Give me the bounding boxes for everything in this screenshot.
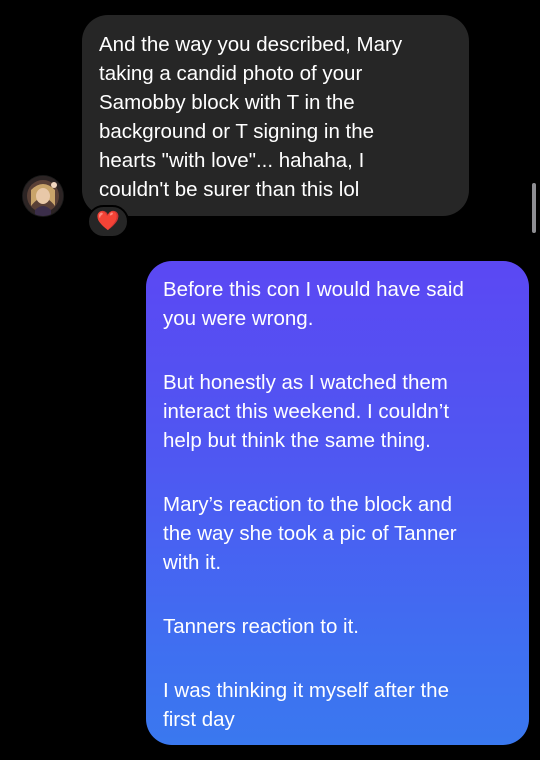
incoming-message-text: And the way you described, Mary taking a…: [99, 33, 403, 201]
scrollbar[interactable]: [532, 183, 536, 233]
outgoing-paragraph: Mary’s reaction to the block and the way…: [163, 493, 457, 574]
outgoing-paragraph: I was thinking it myself after the first…: [163, 679, 449, 731]
chat-thread: And the way you described, Mary taking a…: [0, 0, 540, 760]
outgoing-paragraph: Tanners reaction to it.: [163, 615, 359, 638]
outgoing-message-bubble[interactable]: Before this con I would have said you we…: [146, 261, 529, 745]
outgoing-paragraph: Before this con I would have said you we…: [163, 278, 464, 330]
heart-reaction-badge[interactable]: ❤️: [87, 205, 129, 238]
incoming-message-bubble[interactable]: And the way you described, Mary taking a…: [82, 15, 469, 216]
avatar-photo-icon: [23, 176, 63, 216]
avatar[interactable]: [23, 176, 63, 216]
outgoing-paragraph: But honestly as I watched them interact …: [163, 371, 450, 452]
heart-icon: ❤️: [96, 211, 120, 232]
